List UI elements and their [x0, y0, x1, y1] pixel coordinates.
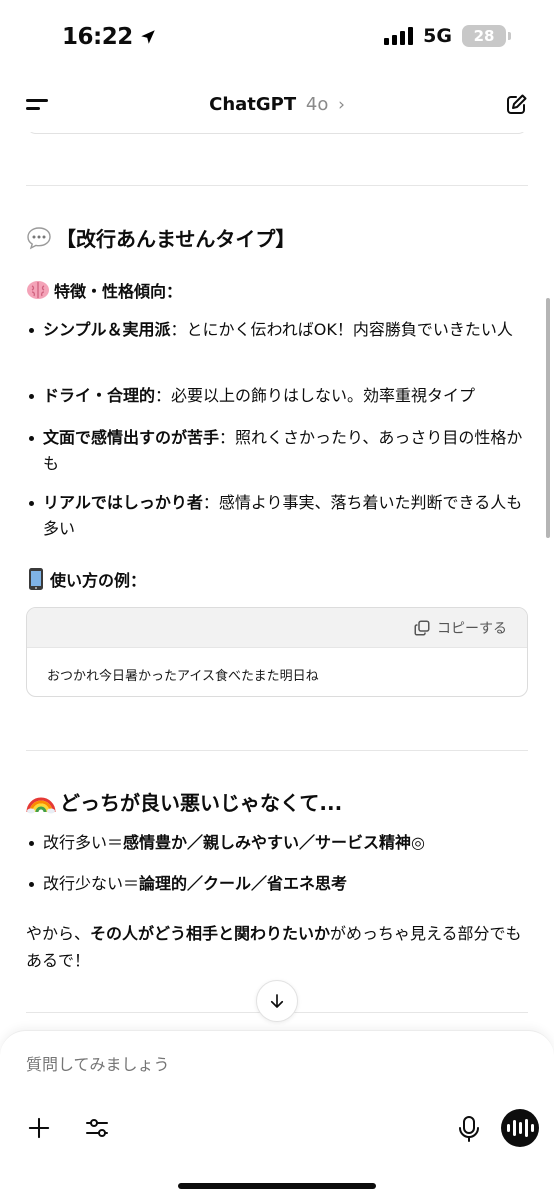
list-item: 改行少ない＝論理的／クール／省エネ思考 [26, 871, 528, 897]
voice-mode-icon[interactable] [501, 1109, 539, 1147]
item-prefix: 改行少ない＝ [43, 874, 140, 893]
section-heading: 【改行あんませんタイプ】 [26, 223, 295, 252]
battery-level: 28 [473, 27, 495, 45]
trait-text: ：とにかく伝わればOK！内容勝負でいきたい人 [170, 320, 513, 339]
status-bar: 16:22 5G 28 [0, 0, 554, 76]
sliders-icon[interactable] [84, 1115, 110, 1141]
item-prefix: 改行多い＝ [43, 833, 124, 852]
code-block: コピーする おつかれ今日暑かったアイス食べたまた明日ね [26, 607, 528, 697]
trait-label: シンプル＆実用派 [43, 320, 171, 339]
microphone-icon[interactable] [458, 1115, 480, 1143]
plus-icon[interactable] [28, 1117, 50, 1139]
location-arrow-icon [140, 30, 155, 44]
copy-button[interactable]: コピーする [413, 618, 507, 638]
code-block-header: コピーする [27, 608, 527, 648]
example-title: 使い方の例： [50, 571, 147, 590]
model-selector[interactable]: ChatGPT 4o › [0, 94, 554, 115]
chat-header: ChatGPT 4o › [0, 80, 554, 132]
list-item: シンプル＆実用派：とにかく伝わればOK！内容勝負でいきたい人 [26, 317, 528, 343]
app-title: ChatGPT [209, 94, 297, 115]
section-heading: どっちが良い悪いじゃなくて... [26, 787, 342, 816]
battery-icon: 28 [462, 25, 511, 47]
network-type: 5G [423, 25, 452, 47]
prompt-input[interactable] [26, 1055, 506, 1074]
section-title: 【改行あんませんタイプ】 [56, 227, 296, 251]
model-name: 4o [305, 94, 329, 115]
copy-icon [414, 620, 430, 636]
closing-paragraph: やから、その人がどう相手と関わりたいかがめっちゃ見える部分でもあるで！ [26, 920, 528, 974]
list-item: リアルではしっかり者：感情より事実、落ち着いた判断できる人も多い [26, 490, 528, 542]
divider [26, 185, 528, 186]
traits-heading: 特徴・性格傾向： [26, 278, 182, 302]
chevron-right-icon: › [338, 95, 345, 115]
closing-bold: その人がどう相手と関わりたいか [90, 924, 331, 943]
scroll-to-bottom-button[interactable] [256, 980, 298, 1022]
trait-label: 文面で感情出すのが苦手 [43, 428, 220, 447]
scrollbar[interactable] [546, 298, 550, 538]
trait-label: ドライ・合理的 [43, 386, 156, 405]
list-item: ドライ・合理的：必要以上の飾りはしない。効率重視タイプ [26, 383, 528, 409]
item-bold: 論理的／クール／省エネ思考 [139, 874, 348, 893]
home-indicator[interactable] [178, 1183, 376, 1189]
example-heading: 使い方の例： [26, 567, 146, 591]
status-indicators: 5G 28 [384, 25, 511, 47]
speech-bubble-icon [27, 226, 51, 249]
mobile-phone-icon [29, 568, 43, 590]
arrow-down-icon [270, 994, 284, 1008]
section-title: どっちが良い悪いじゃなくて... [60, 791, 343, 815]
clock-text: 16:22 [62, 24, 133, 50]
trait-text: ：必要以上の飾りはしない。効率重視タイプ [155, 386, 476, 405]
traits-title: 特徴・性格傾向： [54, 282, 183, 301]
copy-label: コピーする [437, 621, 507, 637]
code-content: おつかれ今日暑かったアイス食べたまた明日ね [47, 669, 319, 684]
brain-icon [27, 281, 49, 299]
conversation[interactable]: 【改行あんませんタイプ】 特徴・性格傾向： シンプル＆実用派：とにかく伝わればO… [0, 132, 554, 1030]
status-time: 16:22 [62, 24, 157, 50]
trait-label: リアルではしっかり者 [43, 493, 203, 512]
divider [26, 750, 528, 751]
item-bold: 感情豊か／親しみやすい／サービス精神◎ [123, 833, 425, 852]
composer [0, 1030, 554, 1200]
compose-icon[interactable] [504, 93, 528, 117]
list-item: 文面で感情出すのが苦手：照れくさかったり、あっさり目の性格かも [26, 425, 528, 477]
closing-prefix: やから、 [26, 924, 91, 943]
previous-code-block [26, 132, 528, 134]
list-item: 改行多い＝感情豊か／親しみやすい／サービス精神◎ [26, 830, 528, 856]
cellular-signal-icon [384, 27, 414, 45]
rainbow-icon [26, 797, 56, 813]
